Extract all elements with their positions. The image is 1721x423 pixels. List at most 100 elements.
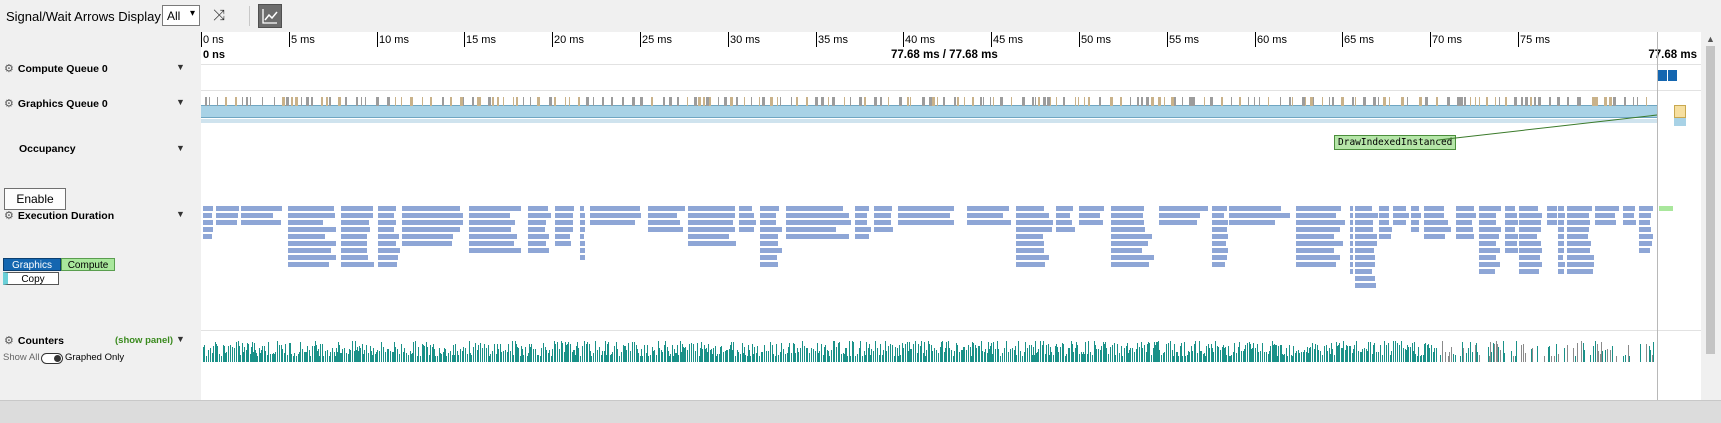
counter-sample: [508, 344, 509, 362]
counter-sample: [268, 342, 269, 362]
counter-sample: [1241, 351, 1242, 362]
counter-sample: [701, 342, 702, 362]
row-compute-queue[interactable]: ⚙ Compute Queue 0: [4, 62, 108, 75]
counter-sample: [1098, 349, 1099, 362]
counter-sample: [888, 346, 889, 362]
legend-compute[interactable]: Compute: [61, 258, 115, 271]
legend-copy[interactable]: Copy: [3, 272, 59, 285]
counter-sample: [246, 350, 247, 362]
counter-sample: [819, 351, 820, 362]
counter-sample: [1625, 355, 1626, 362]
chevron-down-icon[interactable]: ▼: [176, 209, 185, 219]
counter-sample: [1000, 356, 1001, 362]
counter-sample: [244, 347, 245, 362]
chevron-down-icon[interactable]: ▼: [176, 143, 185, 153]
counter-sample: [355, 341, 356, 362]
row-occupancy[interactable]: Occupancy: [19, 143, 76, 155]
counter-sample: [956, 343, 957, 362]
counter-sample: [1350, 346, 1351, 362]
chevron-down-icon[interactable]: ▼: [176, 334, 185, 344]
row-counters[interactable]: ⚙ Counters: [4, 334, 64, 347]
counter-sample: [1201, 351, 1202, 362]
counter-sample: [677, 345, 678, 362]
counter-sample: [417, 356, 418, 362]
counter-sample: [1148, 342, 1149, 362]
counter-sample: [437, 356, 438, 362]
counter-sample: [1136, 349, 1137, 362]
counter-sample: [1429, 348, 1430, 362]
counter-sample: [1231, 355, 1232, 362]
counter-sample: [1332, 349, 1333, 362]
counter-sample: [399, 354, 400, 362]
arrows-filter-select[interactable]: All ▾: [162, 5, 200, 26]
counter-sample: [1191, 346, 1192, 362]
counter-sample: [766, 351, 767, 362]
counter-sample: [1194, 344, 1195, 362]
counter-sample: [423, 345, 424, 362]
counter-sample: [432, 347, 433, 362]
counter-sample: [1424, 344, 1425, 362]
counter-sample: [661, 350, 662, 362]
counter-sample: [636, 345, 637, 362]
counter-sample: [1108, 354, 1109, 362]
counter-sample: [1564, 348, 1565, 362]
counter-sample: [905, 344, 906, 362]
show-panel-link[interactable]: (show panel): [115, 335, 173, 346]
counter-sample: [1503, 341, 1504, 362]
counter-sample: [778, 355, 779, 362]
gear-icon[interactable]: ⚙: [4, 335, 14, 347]
chevron-down-icon[interactable]: ▼: [176, 62, 185, 72]
counter-sample: [1312, 343, 1313, 362]
counter-sample: [619, 356, 620, 362]
counter-sample: [307, 346, 308, 362]
counter-sample: [531, 344, 532, 362]
counter-sample: [1436, 348, 1437, 362]
counter-sample: [788, 347, 789, 362]
counter-sample: [1497, 344, 1498, 362]
scroll-up-icon[interactable]: ▲: [1706, 34, 1715, 44]
counter-sample: [1094, 341, 1095, 362]
counter-sample: [1141, 342, 1142, 362]
counter-sample: [1153, 348, 1154, 362]
vertical-scrollbar[interactable]: ▲ ▼: [1701, 32, 1721, 418]
counter-sample: [1607, 349, 1608, 362]
row-execution-duration[interactable]: ⚙ Execution Duration: [4, 209, 114, 222]
counter-sample: [1178, 356, 1179, 362]
shuffle-icon[interactable]: ⤨: [208, 6, 230, 26]
counter-sample: [1236, 353, 1237, 362]
counter-sample: [1250, 344, 1251, 362]
counter-sample: [689, 344, 690, 362]
counter-sample: [602, 351, 603, 362]
row-graphics-queue[interactable]: ⚙ Graphics Queue 0: [4, 97, 108, 110]
counter-sample: [551, 356, 552, 362]
enable-occupancy-button[interactable]: Enable: [4, 188, 66, 210]
gear-icon[interactable]: ⚙: [4, 98, 14, 110]
counter-sample: [1056, 344, 1057, 362]
counter-sample: [1079, 354, 1080, 362]
chevron-down-icon[interactable]: ▼: [176, 97, 185, 107]
counter-sample: [717, 354, 718, 362]
counter-sample: [575, 355, 576, 362]
counter-sample: [1230, 356, 1231, 362]
counter-sample: [1331, 343, 1332, 362]
gear-icon[interactable]: ⚙: [4, 63, 14, 75]
counter-sample: [1031, 345, 1032, 362]
counter-sample: [910, 349, 911, 362]
graph-view-button[interactable]: [258, 4, 282, 28]
counter-sample: [1244, 349, 1245, 362]
counter-sample: [1128, 353, 1129, 362]
horizontal-scrollbar[interactable]: [0, 400, 1721, 423]
counters-chart[interactable]: [201, 32, 1701, 400]
gear-icon[interactable]: ⚙: [4, 210, 14, 222]
counter-sample: [612, 352, 613, 362]
counter-sample: [1653, 342, 1654, 362]
counter-sample: [255, 350, 256, 362]
counter-sample: [595, 341, 596, 362]
legend-graphics[interactable]: Graphics: [3, 258, 61, 271]
counter-sample: [1096, 349, 1097, 362]
counter-sample: [1222, 347, 1223, 362]
timeline-area[interactable]: 0 ns 5 ms 10 ms 15 ms 20 ms 25 ms 30 ms 35 ms 40…: [201, 32, 1701, 400]
scrollbar-thumb[interactable]: [1706, 46, 1715, 354]
counter-sample: [1032, 355, 1033, 362]
graphed-only-toggle[interactable]: [41, 353, 63, 364]
